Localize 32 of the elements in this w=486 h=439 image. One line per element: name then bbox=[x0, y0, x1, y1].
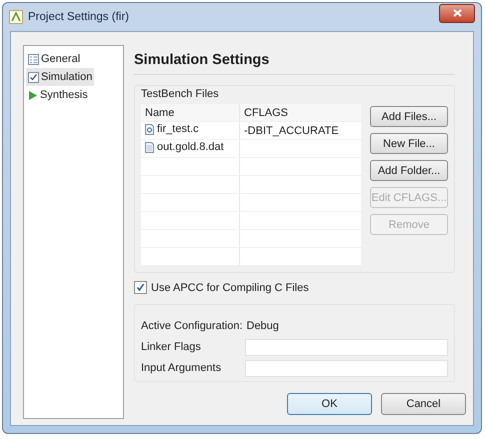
play-icon bbox=[28, 90, 38, 100]
config-label: Active Configuration: bbox=[141, 320, 242, 332]
sidebar-item[interactable]: Simulation bbox=[26, 68, 94, 86]
column-header[interactable]: CFLAGS bbox=[240, 104, 361, 122]
field-label: Input Arguments bbox=[141, 362, 222, 374]
input-field[interactable] bbox=[245, 338, 448, 356]
close-button[interactable] bbox=[439, 4, 475, 22]
page-heading: Simulation Settings bbox=[134, 45, 455, 75]
action-button[interactable]: Add Files... bbox=[370, 106, 448, 127]
checkbox-icon bbox=[28, 72, 39, 82]
file-icon bbox=[145, 142, 154, 153]
field-label: Linker Flags bbox=[141, 341, 202, 353]
action-button[interactable]: Add Folder... bbox=[370, 160, 448, 181]
file-name: fir_test.c bbox=[157, 123, 199, 136]
window-title: Project Settings (fir) bbox=[28, 11, 129, 23]
config-value: Debug bbox=[246, 320, 279, 332]
action-button[interactable]: New File... bbox=[370, 133, 448, 154]
checkbox[interactable] bbox=[134, 281, 147, 294]
sidebar-item[interactable]: Synthesis bbox=[26, 86, 90, 104]
close-icon bbox=[452, 9, 462, 17]
c-file-icon bbox=[145, 124, 154, 135]
input-field[interactable] bbox=[245, 360, 448, 376]
dialog-button[interactable]: OK bbox=[287, 393, 372, 415]
app-icon bbox=[9, 10, 23, 24]
list-page-icon bbox=[28, 54, 39, 64]
table-cell: -DBIT_ACCURATE bbox=[240, 122, 361, 140]
column-header[interactable]: Name bbox=[141, 104, 240, 122]
checkbox-label: Use APCC for Compiling C Files bbox=[151, 282, 309, 294]
group-title: TestBench Files bbox=[141, 88, 220, 100]
sidebar-item[interactable]: General bbox=[26, 50, 82, 68]
dialog-button[interactable]: Cancel bbox=[381, 393, 466, 415]
file-name: out.gold.8.dat bbox=[157, 141, 224, 154]
